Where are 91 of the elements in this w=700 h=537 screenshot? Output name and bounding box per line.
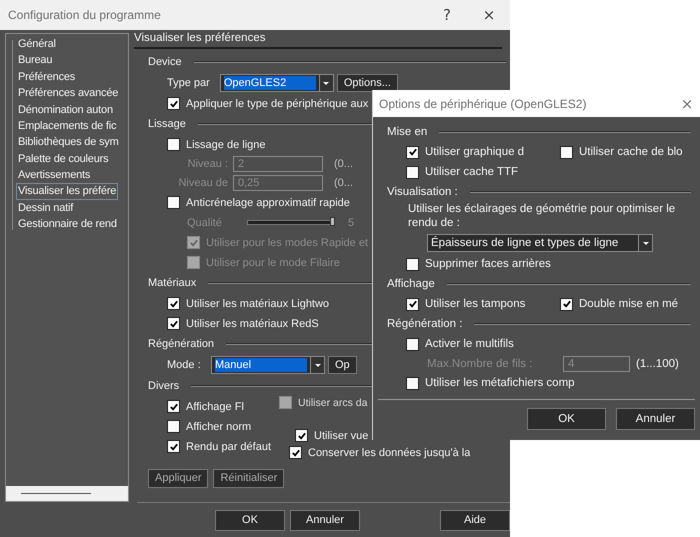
options-button[interactable]: Options... [336, 74, 398, 92]
checkbox[interactable] [406, 258, 419, 270]
checkbox-label: Lissage de ligne [186, 138, 266, 151]
range-text: (1...100) [636, 358, 679, 370]
sidebar-item[interactable]: Dénomination auton [16, 102, 128, 118]
checkbox[interactable] [167, 138, 180, 152]
group-label: Visualisation : [387, 186, 458, 198]
help-button[interactable]: ? [426, 6, 468, 24]
field-label: Niveau de [177, 177, 228, 190]
checkbox-label: Utiliser pour le mode Filaire [206, 256, 340, 269]
sidebar-item[interactable]: Bibliothèques de sym [16, 134, 128, 151]
options-button[interactable]: Op [328, 356, 357, 374]
dropdown[interactable]: OpenGLES2 [220, 74, 334, 92]
group-label: Divers [148, 380, 180, 392]
action-button[interactable]: Appliquer [148, 468, 208, 488]
dialog-button[interactable]: OK [527, 408, 606, 430]
checkbox-label: Utiliser les tampons [425, 298, 526, 310]
dialog-button[interactable]: OK [215, 510, 285, 531]
range-text: (0... [334, 177, 353, 190]
checkbox-label: Utiliser les matériaux RedS [186, 318, 319, 330]
checkbox-label: Conserver les données jusqu'à la [308, 446, 470, 459]
combo-label: Type par [167, 77, 210, 90]
checkbox-label: Utiliser arcs da [298, 396, 368, 409]
checkbox[interactable] [406, 376, 419, 390]
dialog-button[interactable]: Aide [440, 510, 510, 531]
checkbox[interactable] [167, 440, 180, 454]
checkbox-label: Utiliser cache TTF [425, 166, 518, 178]
sidebar-item[interactable]: Avertissements [16, 167, 128, 184]
window-title: Configuration du programme [8, 8, 162, 22]
checkbox-label: Appliquer le type de périphérique aux [186, 98, 368, 110]
sidebar-item[interactable]: Préférences avancée [16, 85, 128, 102]
slider-value: 5 [348, 216, 354, 229]
field-label: Max.Nombre de fils : [427, 358, 534, 370]
sidebar-item[interactable]: Bureau [16, 52, 128, 69]
checkbox[interactable] [406, 338, 419, 350]
group-label: Device [148, 56, 182, 68]
checkbox-label: Utiliser les matériaux Lightwo [186, 298, 330, 310]
checkbox[interactable] [560, 298, 573, 310]
close-button[interactable]: × [468, 6, 510, 24]
sidebar-item[interactable]: Général [16, 36, 128, 52]
checkbox-label: Anticrénelage approximatif rapide [186, 196, 350, 209]
sidebar-item[interactable]: Visualiser les préfére [16, 183, 118, 200]
sidebar-item[interactable]: Gestionnaire de rend [16, 216, 128, 233]
checkbox[interactable] [167, 196, 180, 210]
checkbox-label: Rendu par défaut [186, 440, 272, 453]
panel-title: Visualiser les préférences [134, 30, 502, 49]
group-label: Matériaux [148, 277, 196, 290]
field-label: Niveau : [186, 158, 228, 170]
checkbox[interactable] [406, 166, 419, 178]
checkbox[interactable] [295, 429, 308, 442]
group-label: Mise en [387, 126, 428, 138]
sidebar-item[interactable]: Dessin natif [16, 200, 128, 216]
group-label: Affichage [387, 278, 435, 290]
checkbox-label: Afficher norm [186, 420, 252, 433]
checkbox-label: Double mise en mé [579, 298, 678, 310]
sidebar-item[interactable]: Préférences [16, 68, 128, 86]
checkbox[interactable] [167, 400, 180, 414]
sidebar-item[interactable]: Palette de couleurs [16, 150, 128, 168]
action-button[interactable]: Réinitialiser [213, 468, 284, 488]
close-button[interactable]: × [674, 94, 700, 112]
dropdown[interactable]: Manuel [211, 356, 325, 374]
scrollbar[interactable] [6, 486, 128, 501]
checkbox-label: Utiliser vue [314, 430, 368, 442]
checkbox[interactable] [167, 317, 180, 330]
slider-label: Qualité [187, 216, 223, 229]
group-label: Lissage [148, 118, 186, 130]
checkbox-label: Utiliser pour les modes Rapide et [206, 236, 368, 249]
description-text: Utiliser les éclairages de géométrie pour optimiser le rendu de : [408, 202, 676, 230]
checkbox[interactable] [167, 97, 180, 110]
checkbox-label: Utiliser cache de blo [579, 146, 683, 158]
checkbox[interactable] [406, 298, 419, 310]
sidebar-item[interactable]: Emplacements de fic [16, 118, 128, 134]
checkbox[interactable] [167, 297, 180, 310]
dropdown[interactable]: Épaisseurs de ligne et types de ligne [427, 234, 653, 252]
combo-label: Mode : [167, 359, 201, 372]
dialog-button[interactable]: Annuler [290, 510, 360, 531]
checkbox[interactable] [560, 146, 573, 158]
checkbox[interactable] [167, 420, 180, 434]
checkbox-label: Activer le multifils [425, 338, 514, 350]
slider[interactable] [247, 220, 334, 226]
window-title: Options de périphérique (OpenGLES2) [379, 96, 588, 110]
checkbox[interactable] [406, 146, 419, 158]
checkbox-label: Utiliser graphique d [425, 146, 524, 158]
group-label: Régénération [148, 338, 214, 350]
dialog-button[interactable]: Annuler [616, 408, 695, 430]
checkbox-label: Utiliser les métafichiers comp [425, 377, 575, 389]
checkbox-label: Affichage Fl [186, 400, 244, 413]
checkbox-label: Supprimer faces arrières [425, 258, 551, 270]
group-label: Régénération : [387, 318, 462, 330]
range-text: (0... [334, 158, 353, 170]
checkbox[interactable] [289, 446, 302, 460]
